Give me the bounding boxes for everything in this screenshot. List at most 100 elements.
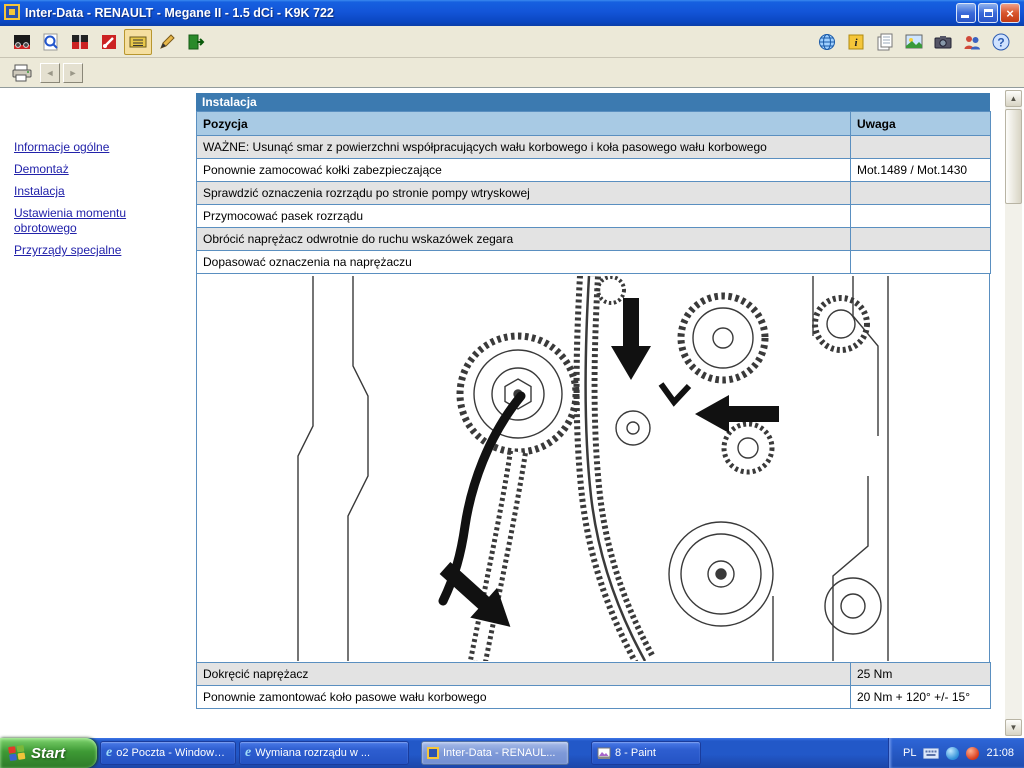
- forward-icon: ►: [68, 68, 78, 78]
- paint-icon: [597, 747, 611, 759]
- vertical-scrollbar[interactable]: ▲ ▼: [1005, 90, 1022, 736]
- vehicle-data-icon: [14, 34, 30, 49]
- camera-button[interactable]: [929, 29, 957, 55]
- image-icon: [905, 34, 923, 48]
- down-arrow-marker: [611, 297, 651, 380]
- exit-button[interactable]: [182, 29, 210, 55]
- sidebar-item-instalacja[interactable]: Instalacja: [14, 184, 174, 199]
- cell-uwaga: [850, 227, 991, 251]
- cell-uwaga: Mot.1489 / Mot.1430: [850, 158, 991, 182]
- pencil-icon: [160, 33, 175, 49]
- cell-pozycja: Dopasować oznaczenia na naprężaczu: [196, 250, 851, 274]
- table-row: Przymocować pasek rozrządu: [196, 204, 991, 228]
- close-icon: ×: [1006, 5, 1014, 21]
- table-row: WAŻNE: Usunąć smar z powierzchni współpr…: [196, 135, 991, 159]
- section-header: Instalacja: [196, 93, 990, 111]
- sidebar-item-przyrzady-specjalne[interactable]: Przyrządy specjalne: [14, 243, 174, 258]
- tray-antivirus-icon[interactable]: [966, 746, 980, 760]
- table-header-row: Pozycja Uwaga: [196, 111, 991, 136]
- images-button[interactable]: [900, 29, 928, 55]
- close-button[interactable]: ×: [1000, 3, 1020, 23]
- documents-button[interactable]: [871, 29, 899, 55]
- taskbar: Start e o2 Poczta - Windows ... e Wymian…: [0, 738, 1024, 768]
- cell-pozycja: Sprawdzić oznaczenia rozrządu po stronie…: [196, 181, 851, 205]
- taskbar-item-wymiana-rozrzadu[interactable]: e Wymiana rozrządu w ...: [239, 741, 409, 765]
- vehicle-data-button[interactable]: [8, 29, 36, 55]
- taskbar-item-o2-poczta[interactable]: e o2 Poczta - Windows ...: [100, 741, 236, 765]
- info-button[interactable]: i: [842, 29, 870, 55]
- scrollbar-thumb[interactable]: [1005, 109, 1022, 204]
- repair-times-button[interactable]: [95, 29, 123, 55]
- start-label: Start: [31, 744, 66, 762]
- cell-pozycja: Ponownie zamontować koło pasowe wału kor…: [196, 685, 851, 709]
- cell-uwaga: [850, 181, 991, 205]
- documents-icon: [877, 33, 893, 50]
- inter-data-icon: [427, 747, 439, 759]
- clock[interactable]: 21:08: [986, 747, 1014, 759]
- svg-text:?: ?: [997, 35, 1004, 49]
- sidebar: Informacje ogólne Demontaż Instalacja Us…: [0, 88, 196, 738]
- minimize-icon: [961, 15, 969, 18]
- maximize-button[interactable]: [978, 3, 998, 23]
- taskbar-item-inter-data[interactable]: Inter-Data - RENAUL...: [421, 741, 569, 765]
- navigation-toolbar: ◄ ►: [0, 59, 1024, 88]
- taskbar-item-paint[interactable]: 8 - Paint: [591, 741, 701, 765]
- internet-explorer-icon: e: [106, 745, 113, 760]
- scroll-down-button[interactable]: ▼: [1005, 719, 1022, 736]
- scroll-up-icon: ▲: [1009, 94, 1018, 103]
- timing-belt-diagram: [196, 274, 990, 662]
- tray-update-icon[interactable]: [946, 746, 960, 760]
- print-button[interactable]: [8, 60, 36, 86]
- cell-uwaga: [850, 135, 991, 159]
- sidebar-item-ustawienia-momentu[interactable]: Ustawienia momentu obrotowego: [14, 206, 174, 236]
- taskbar-item-label: Inter-Data - RENAUL...: [443, 747, 556, 759]
- cell-pozycja: Ponownie zamocować kołki zabezpieczające: [196, 158, 851, 182]
- service-data-button[interactable]: [124, 28, 152, 55]
- sidebar-item-informacje-ogolne[interactable]: Informacje ogólne: [14, 140, 174, 155]
- keyboard-icon[interactable]: [923, 747, 940, 759]
- taskbar-item-label: 8 - Paint: [615, 747, 656, 759]
- scroll-up-button[interactable]: ▲: [1005, 90, 1022, 107]
- help-icon: ?: [992, 33, 1010, 50]
- manuals-button[interactable]: [66, 29, 94, 55]
- app-icon: [4, 3, 20, 23]
- manuals-icon: [72, 34, 88, 49]
- cell-uwaga: 25 Nm: [850, 662, 991, 686]
- main-area: Informacje ogólne Demontaż Instalacja Us…: [0, 88, 1024, 738]
- back-button[interactable]: ◄: [40, 63, 60, 83]
- windows-logo-icon: [8, 745, 26, 761]
- cell-pozycja: WAŻNE: Usunąć smar z powierzchni współpr…: [196, 135, 851, 159]
- cell-pozycja: Przymocować pasek rozrządu: [196, 204, 851, 228]
- minimize-button[interactable]: [956, 3, 976, 23]
- globe-icon: [819, 33, 835, 50]
- table-row: Dopasować oznaczenia na naprężaczu: [196, 250, 991, 274]
- left-arrow-marker: [695, 394, 779, 433]
- help-button[interactable]: ?: [987, 29, 1015, 55]
- table-row: Ponownie zamocować kołki zabezpieczające…: [196, 158, 991, 182]
- forward-button[interactable]: ►: [63, 63, 83, 83]
- printer-icon: [12, 64, 32, 82]
- language-indicator[interactable]: PL: [903, 747, 916, 759]
- cell-pozycja: Obrócić naprężacz odwrotnie do ruchu wsk…: [196, 227, 851, 251]
- start-button[interactable]: Start: [0, 738, 97, 768]
- table-row: Dokręcić naprężacz 25 Nm: [196, 662, 991, 686]
- table-row: Obrócić naprężacz odwrotnie do ruchu wsk…: [196, 227, 991, 251]
- sidebar-item-demontaz[interactable]: Demontaż: [14, 162, 174, 177]
- table-row: Sprawdzić oznaczenia rozrządu po stronie…: [196, 181, 991, 205]
- service-data-icon: [129, 36, 147, 47]
- timing-diagram-image: [297, 275, 889, 661]
- column-header-uwaga: Uwaga: [850, 111, 991, 136]
- search-icon: [43, 33, 58, 50]
- content-panel: Instalacja Pozycja Uwaga WAŻNE: Usunąć s…: [196, 93, 991, 709]
- search-button[interactable]: [37, 29, 65, 55]
- table-row: Ponownie zamontować koło pasowe wału kor…: [196, 685, 991, 709]
- torque-table: Dokręcić naprężacz 25 Nm Ponownie zamont…: [196, 662, 991, 709]
- info-icon: i: [848, 34, 864, 49]
- exit-icon: [188, 34, 205, 49]
- cell-uwaga: 20 Nm + 120° +/- 15°: [850, 685, 991, 709]
- notes-button[interactable]: [153, 29, 181, 55]
- web-button[interactable]: [813, 29, 841, 55]
- scroll-down-icon: ▼: [1009, 723, 1018, 732]
- system-tray: PL 21:08: [888, 738, 1024, 768]
- contacts-button[interactable]: [958, 29, 986, 55]
